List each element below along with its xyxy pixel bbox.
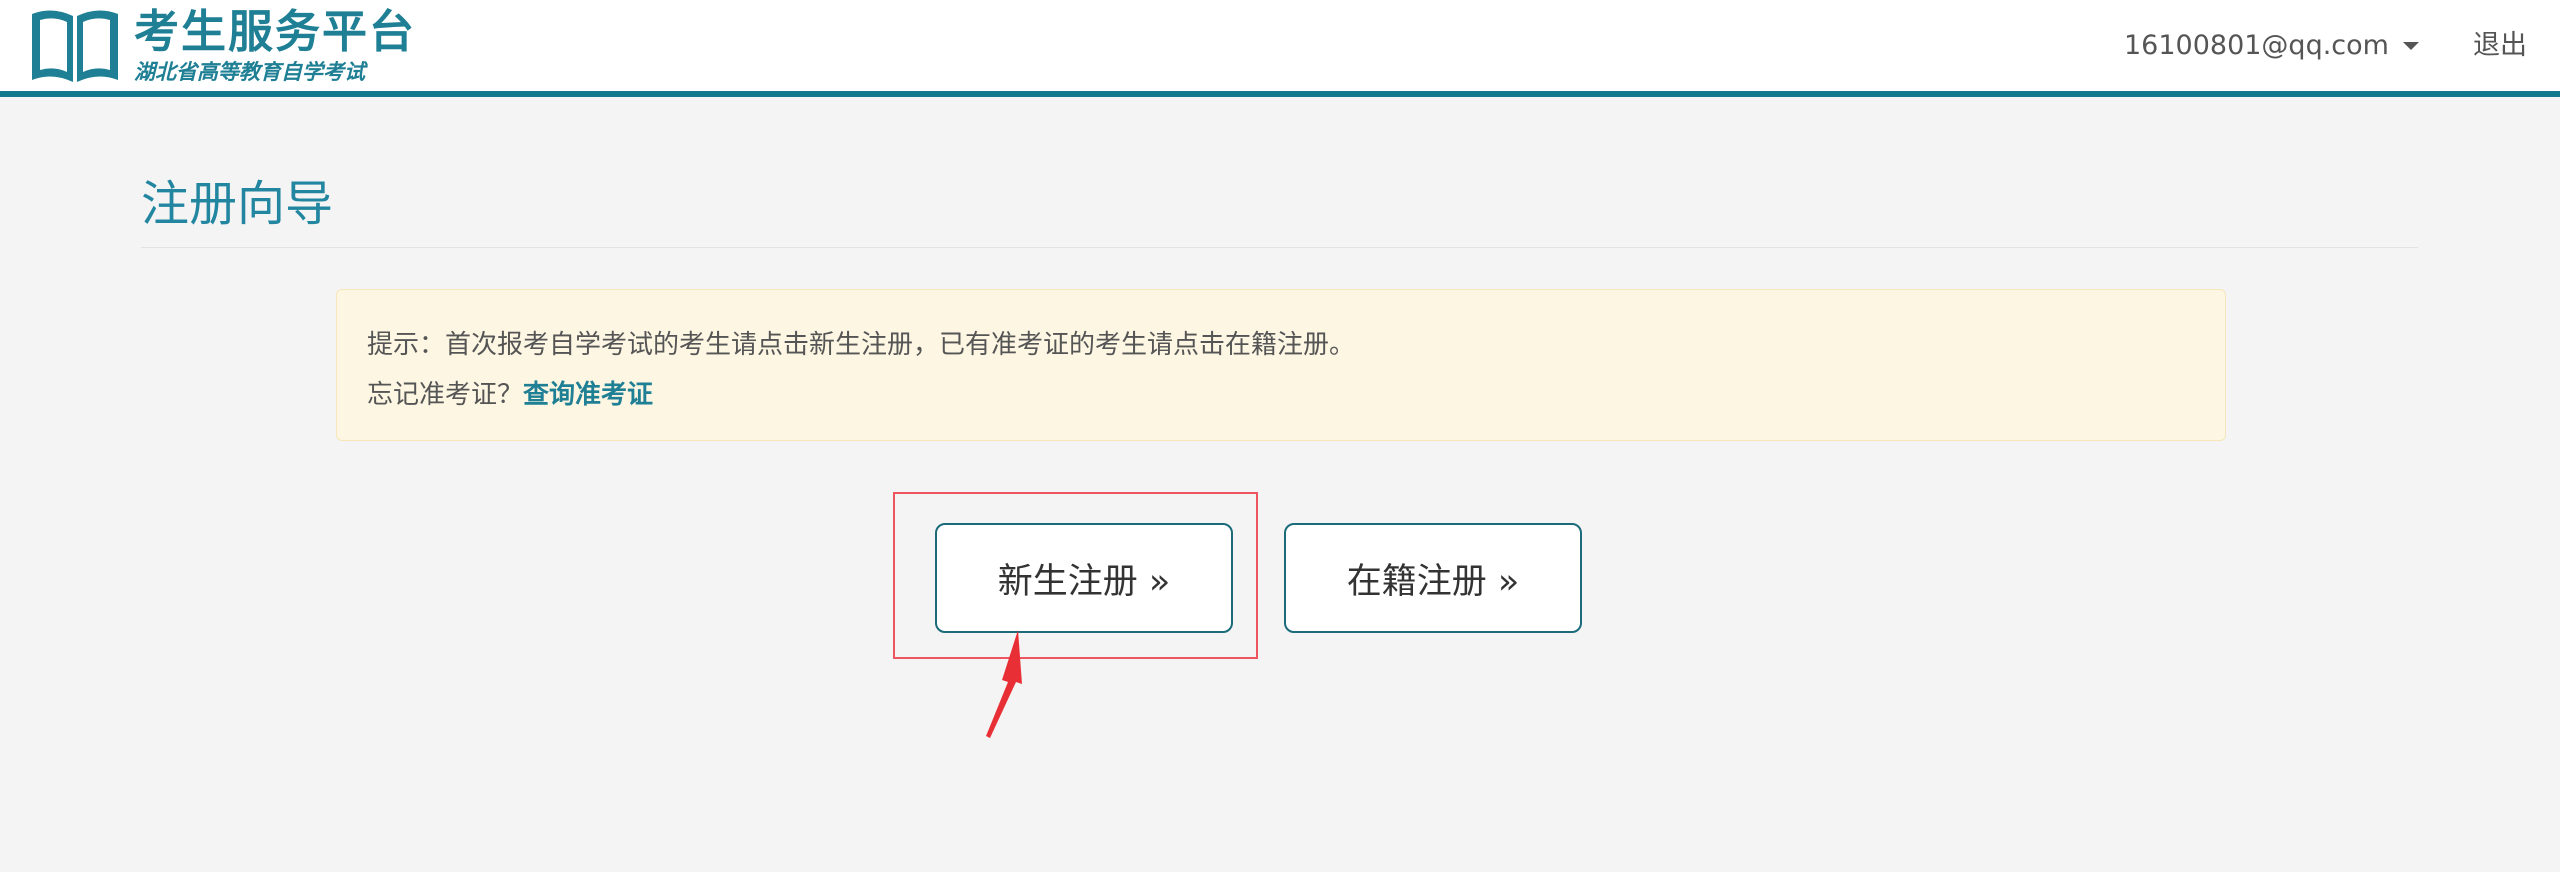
enrolled-student-register-button[interactable]: 在籍注册 »	[1284, 523, 1582, 633]
logo-text: 考生服务平台 湖北省高等教育自学考试	[134, 5, 417, 85]
notice-line-1: 提示：首次报考自学考试的考生请点击新生注册，已有准考证的考生请点击在籍注册。	[367, 330, 1356, 360]
logo-title: 考生服务平台	[134, 5, 417, 58]
site-logo[interactable]: 考生服务平台 湖北省高等教育自学考试	[28, 6, 416, 88]
logo-subtitle: 湖北省高等教育自学考试	[134, 60, 365, 84]
notice-box: 提示：首次报考自学考试的考生请点击新生注册，已有准考证的考生请点击在籍注册。 忘…	[336, 289, 2226, 441]
header-bar: 考生服务平台 湖北省高等教育自学考试 16100801@qq.com 退出	[0, 0, 2560, 97]
open-book-icon	[32, 10, 118, 83]
red-arrow-icon	[986, 630, 1022, 738]
query-admission-ticket-link[interactable]: 查询准考证	[523, 380, 653, 410]
user-email: 16100801@qq.com	[2124, 30, 2389, 61]
page-title: 注册向导	[141, 176, 334, 232]
user-menu-dropdown[interactable]: 16100801@qq.com	[2124, 28, 2419, 64]
notice-prefix: 忘记准考证？	[367, 380, 524, 410]
new-student-register-button[interactable]: 新生注册 »	[935, 523, 1233, 633]
caret-down-icon	[2402, 42, 2419, 50]
logout-link[interactable]: 退出	[2473, 28, 2527, 64]
notice-line-2: 忘记准考证？查询准考证	[367, 370, 2195, 420]
title-divider	[141, 247, 2418, 248]
